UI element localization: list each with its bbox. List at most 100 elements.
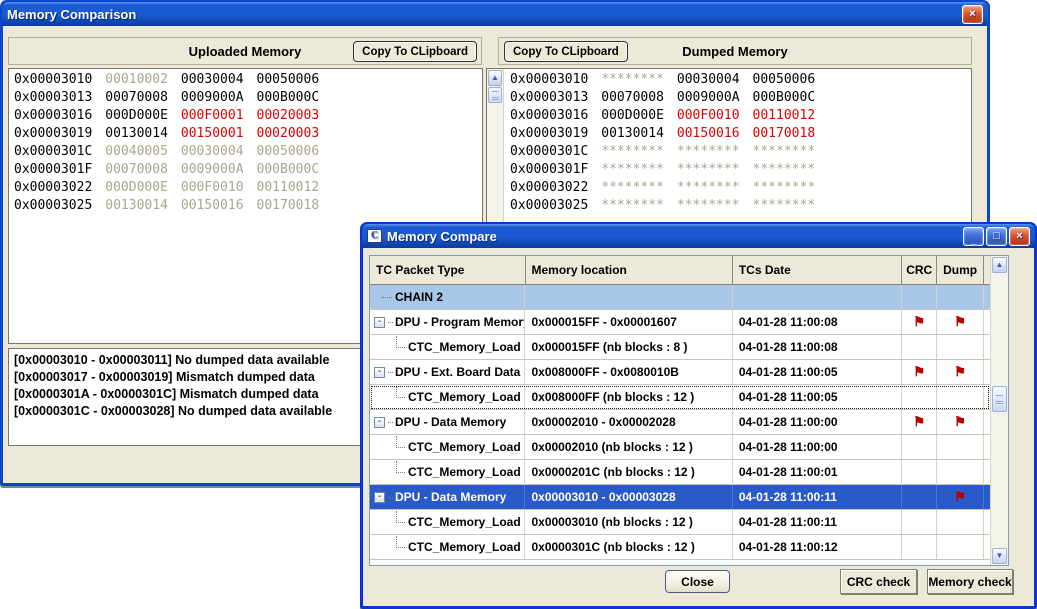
table-row[interactable]: CTC_Memory_Load 0x00003010 (nb blocks : 1… (370, 510, 990, 535)
row-label: CTC_Memory_Load (408, 390, 521, 404)
close-button[interactable]: × (1009, 227, 1030, 246)
row-label: CTC_Memory_Load (408, 440, 521, 454)
memory-value: ******** (601, 180, 664, 195)
table-row[interactable]: CTC_Memory_Load0x00002010 (nb blocks : 1… (370, 435, 990, 460)
dump-cell: ⚑ (937, 485, 984, 509)
dump-cell (937, 385, 984, 409)
crc-cell (902, 385, 937, 409)
dump-cell (937, 510, 984, 534)
copy-to-clipboard-button-dumped[interactable]: Copy To CLipboard (504, 41, 628, 62)
copy-to-clipboard-button-uploaded[interactable]: Copy To CLipboard (353, 41, 477, 62)
memory-address: 0x00003010 (14, 72, 92, 87)
memory-value: 000F0010 (181, 180, 244, 195)
table-row[interactable]: -DPU - Data Memory0x00002010 - 0x0000202… (370, 410, 990, 435)
tcs-date-cell: 04-01-28 11:00:08 (733, 310, 902, 334)
column-header-crc[interactable]: CRC (902, 256, 937, 284)
maximize-button[interactable]: □ (986, 227, 1007, 246)
memory-location-cell: 0x00003010 (nb blocks : 12 ) (525, 510, 732, 534)
memory-value: 000F0010 (677, 108, 740, 123)
column-header-dump[interactable]: Dump (937, 256, 984, 284)
memory-value: 00170018 (753, 126, 816, 141)
memory-row: 0x00003022000D000E000F001000110012 (14, 179, 480, 197)
dump-flag-icon: ⚑ (954, 364, 966, 380)
memory-address: 0x00003025 (510, 198, 588, 213)
memory-value: 00040005 (105, 144, 168, 159)
tcs-date-cell: 04-01-28 11:00:11 (733, 485, 902, 509)
dump-cell (937, 285, 984, 309)
table-header-row: TC Packet Type Memory location TCs Date … (370, 256, 990, 285)
tree-connector (396, 336, 405, 348)
scroll-up-icon[interactable]: ▲ (488, 70, 502, 86)
memory-value: 000B000C (257, 90, 320, 105)
memory-row: 0x00003013000700080009000A000B000C (510, 89, 969, 107)
crc-cell (902, 285, 937, 309)
column-header-memory-location[interactable]: Memory location (526, 256, 733, 284)
table-row[interactable]: -DPU - Program Memory0x000015FF - 0x0000… (370, 310, 990, 335)
dump-flag-icon: ⚑ (954, 314, 966, 330)
table-row[interactable]: -DPU - Ext. Board Data M...0x008000FF - … (370, 360, 990, 385)
tree-connector (396, 436, 405, 448)
column-header-tcs-date[interactable]: TCs Date (733, 256, 902, 284)
memory-row: 0x00003025001300140015001600170018 (14, 197, 480, 215)
memory-value: ******** (753, 198, 816, 213)
memory-row: 0x00003025************************ (510, 197, 969, 215)
collapse-toggle-icon[interactable]: - (374, 492, 385, 503)
scroll-up-icon[interactable]: ▲ (992, 257, 1007, 273)
close-button[interactable]: × (962, 5, 983, 24)
scrollbar-thumb[interactable] (992, 386, 1007, 412)
column-header-tc-packet-type[interactable]: TC Packet Type (370, 256, 526, 284)
collapse-toggle-icon[interactable]: - (374, 367, 385, 378)
minimize-button[interactable]: _ (963, 227, 984, 246)
table-row[interactable]: -DPU - Data Memory0x00003010 - 0x0000302… (370, 485, 990, 510)
memory-value: 000D000E (601, 108, 664, 123)
tcs-date-cell: 04-01-28 11:00:11 (733, 510, 902, 534)
memory-comparison-titlebar[interactable]: Memory Comparison × (2, 2, 988, 26)
memory-value: 00170018 (257, 198, 320, 213)
dumped-memory-header: Copy To CLipboard Dumped Memory (498, 37, 972, 65)
tcs-date-cell: 04-01-28 11:00:05 (733, 360, 902, 384)
table-scrollbar[interactable]: ▲ ▼ (990, 256, 1008, 565)
scroll-down-icon[interactable]: ▼ (992, 548, 1007, 564)
memory-value: ******** (677, 162, 740, 177)
memory-value: 00020003 (257, 108, 320, 123)
window-title: Memory Compare (387, 229, 497, 244)
table-row[interactable]: CTC_Memory_Load0x008000FF (nb blocks : 1… (370, 385, 990, 410)
memory-value: 00020003 (257, 126, 320, 141)
memory-row: 0x00003013000700080009000A000B000C (14, 89, 480, 107)
tcs-date-cell (733, 285, 902, 309)
table-row[interactable]: CHAIN 2 (370, 285, 990, 310)
crc-cell (902, 535, 937, 559)
tree-connector (396, 386, 405, 398)
collapse-toggle-icon[interactable]: - (374, 417, 385, 428)
crc-cell: ⚑ (902, 410, 937, 434)
memory-value: 00130014 (105, 126, 168, 141)
memory-address: 0x00003013 (510, 90, 588, 105)
table-row[interactable]: CTC_Memory_Load0x000015FF (nb blocks : 8… (370, 335, 990, 360)
memory-location-cell: 0x00002010 - 0x00002028 (525, 410, 732, 434)
dump-cell (937, 335, 984, 359)
memory-location-cell: 0x000015FF (nb blocks : 8 ) (525, 335, 732, 359)
memory-check-button[interactable]: Memory check (927, 569, 1013, 594)
memory-value: 00110012 (257, 180, 320, 195)
close-icon: × (969, 9, 975, 20)
memory-compare-titlebar[interactable]: C Memory Compare _ □ × (362, 224, 1035, 248)
memory-address: 0x00003022 (510, 180, 588, 195)
row-label: DPU - Data Memory (395, 415, 506, 429)
table-row[interactable]: CTC_Memory_Load0x0000201C (nb blocks : 1… (370, 460, 990, 485)
memory-value: 000B000C (257, 162, 320, 177)
tc-packet-type-cell: -DPU - Data Memory (370, 410, 525, 434)
row-label: CTC_Memory_Load (408, 515, 521, 529)
tc-packet-table: TC Packet Type Memory location TCs Date … (369, 255, 1009, 566)
memory-address: 0x00003013 (14, 90, 92, 105)
window-title: Memory Comparison (7, 7, 136, 22)
crc-flag-icon: ⚑ (913, 364, 925, 380)
memory-address: 0x00003019 (14, 126, 92, 141)
collapse-toggle-icon[interactable]: - (374, 317, 385, 328)
close-dialog-button[interactable]: Close (665, 570, 730, 593)
tree-connector (396, 461, 405, 473)
scrollbar-thumb[interactable] (488, 87, 502, 103)
crc-check-button[interactable]: CRC check (840, 569, 917, 594)
memory-value: ******** (677, 180, 740, 195)
table-row[interactable]: CTC_Memory_Load0x0000301C (nb blocks : 1… (370, 535, 990, 560)
tree-connector (382, 297, 392, 298)
